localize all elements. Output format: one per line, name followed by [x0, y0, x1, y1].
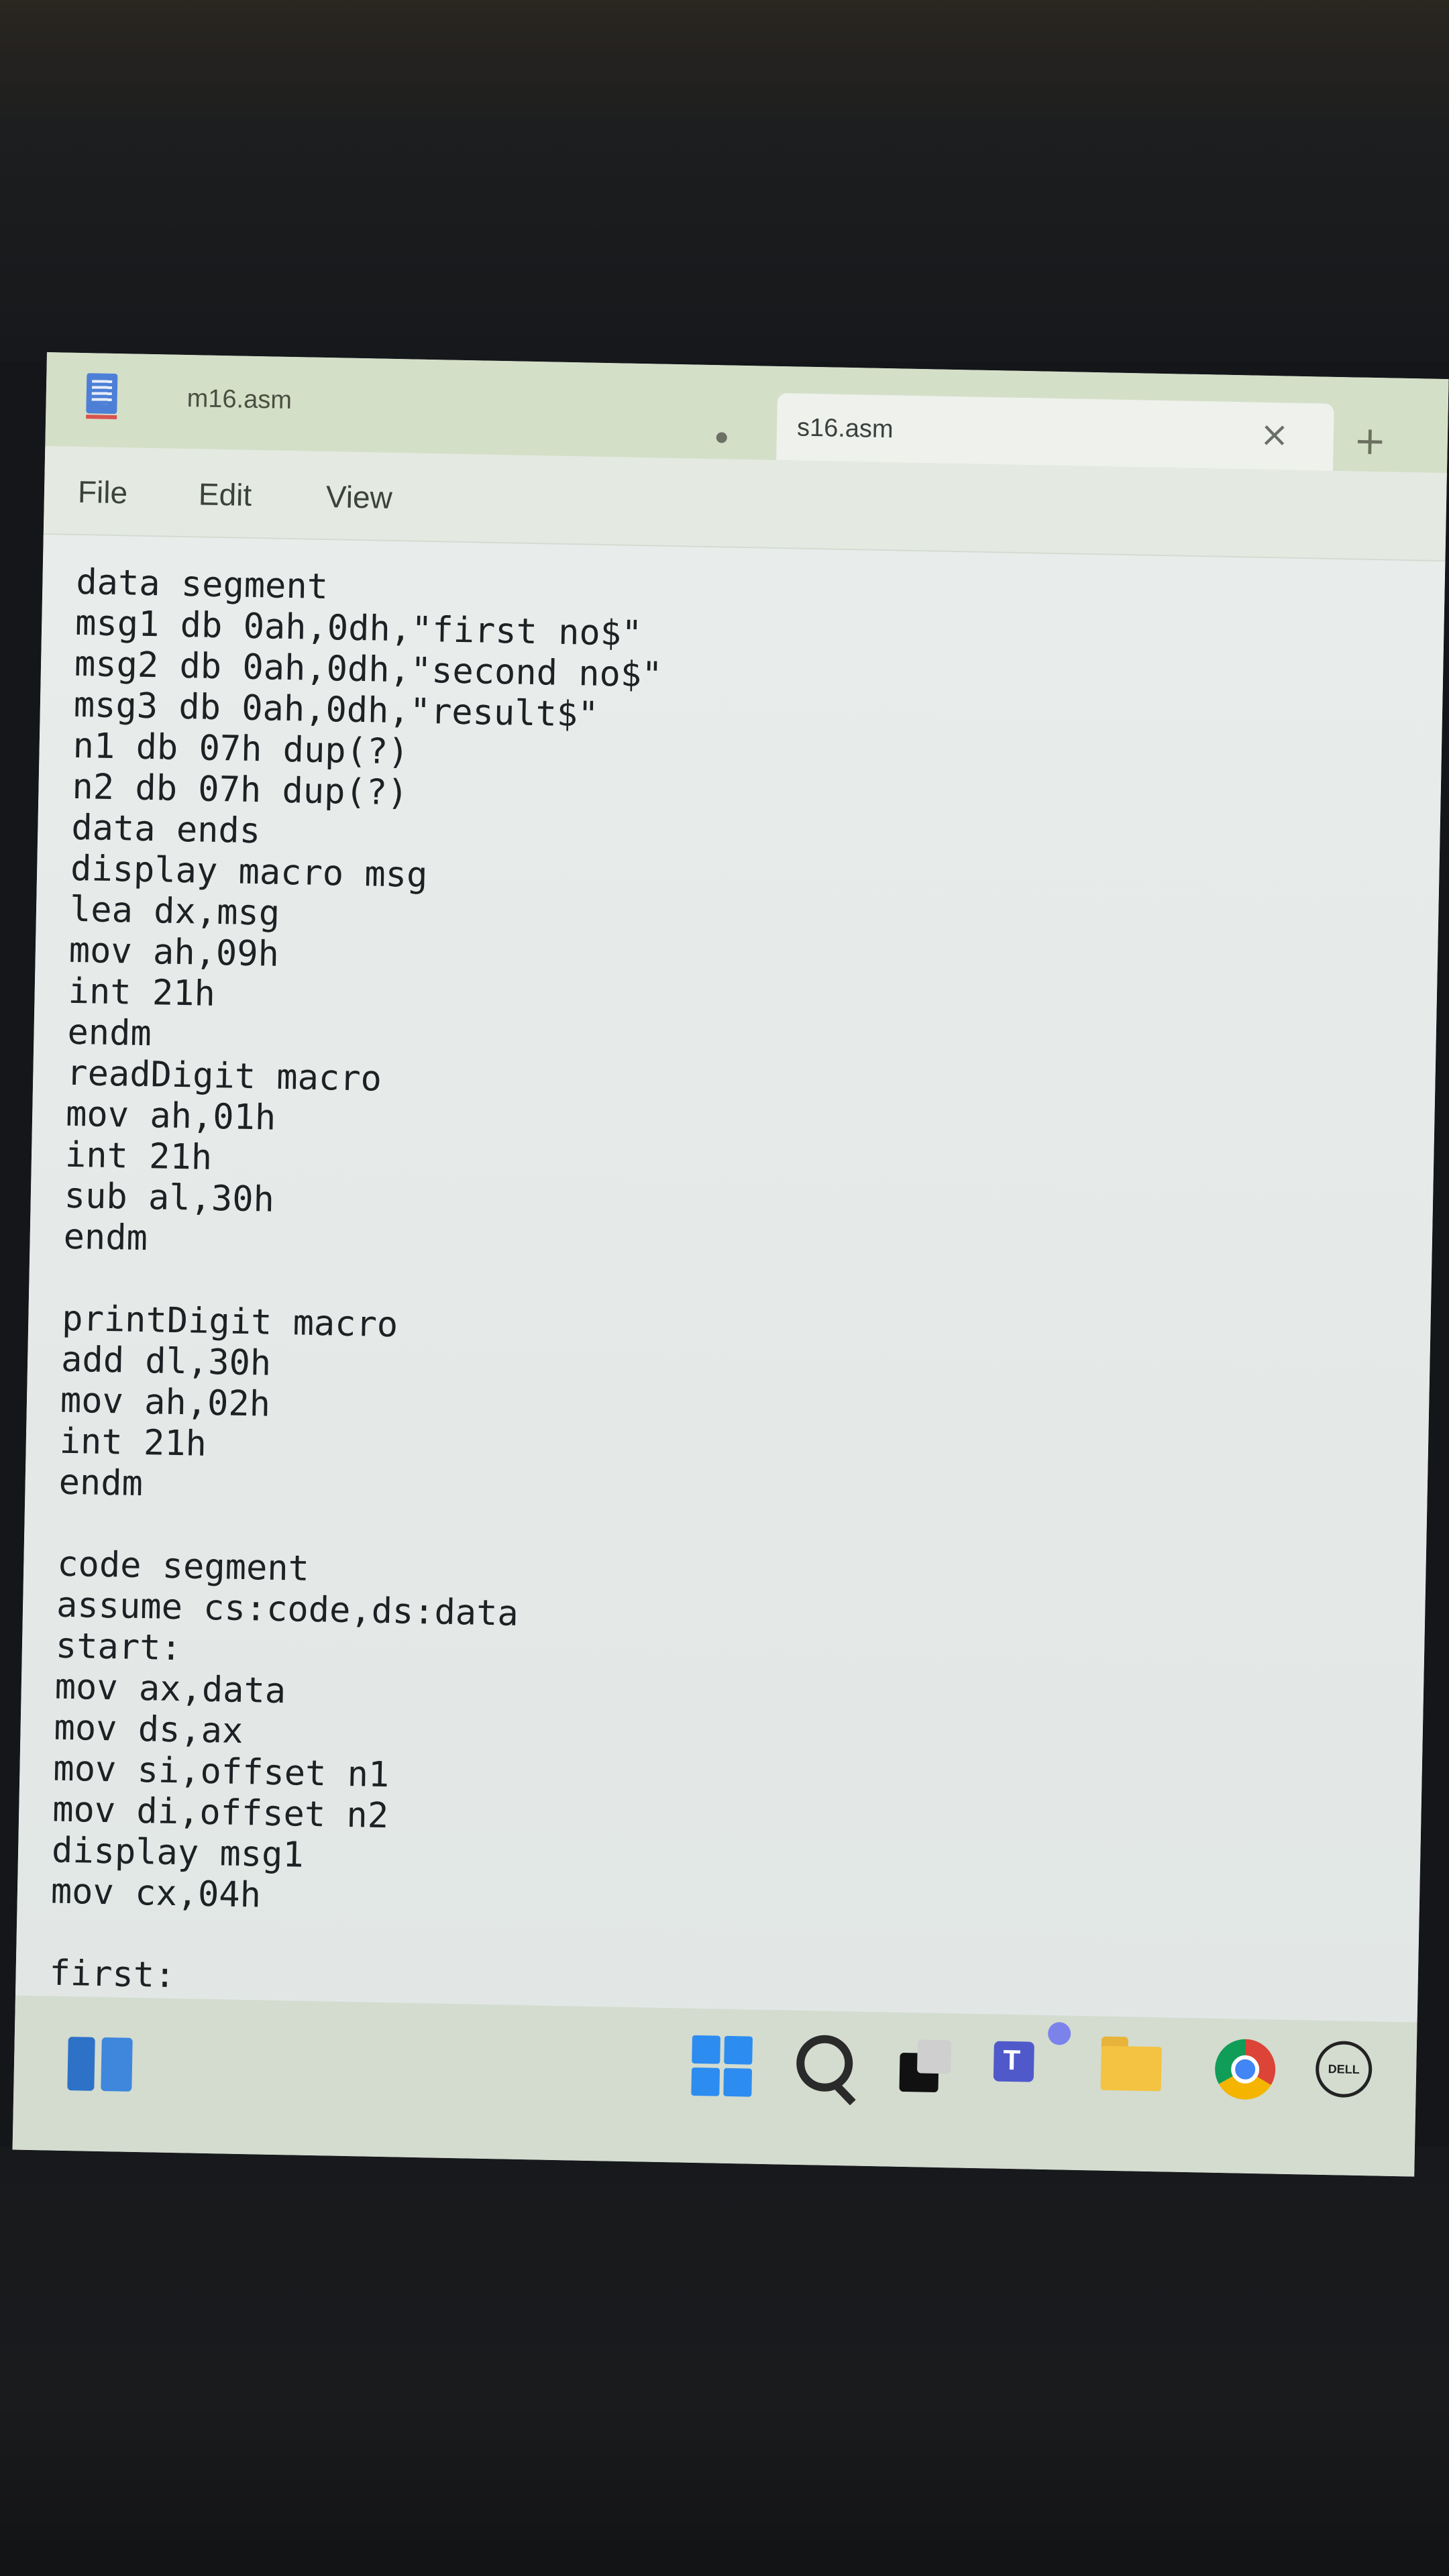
close-tab-icon[interactable]: ×: [1259, 415, 1289, 455]
chrome-icon[interactable]: [1214, 2038, 1277, 2100]
text-editor[interactable]: data segment msg1 db 0ah,0dh,"first no$" m…: [15, 534, 1446, 2024]
code-text: data segment msg1 db 0ah,0dh,"first no$" m…: [49, 562, 664, 2005]
file-explorer-icon[interactable]: [1101, 2037, 1163, 2092]
tab-m16[interactable]: m16.asm: [45, 352, 777, 460]
menu-edit[interactable]: Edit: [198, 476, 252, 513]
menu-file[interactable]: File: [77, 474, 128, 511]
taskbar: DELL: [12, 1995, 1417, 2177]
laptop-bezel-bottom: [0, 2147, 1449, 2576]
start-icon[interactable]: [691, 2035, 753, 2097]
tab-s16[interactable]: s16.asm ×: [776, 392, 1334, 471]
dell-icon[interactable]: DELL: [1315, 2040, 1373, 2098]
laptop-bezel-top: [0, 0, 1449, 362]
teams-badge-icon: [1047, 2022, 1071, 2045]
teams-icon[interactable]: [993, 2028, 1055, 2096]
menu-view[interactable]: View: [325, 478, 392, 516]
new-tab-button[interactable]: +: [1353, 417, 1387, 464]
unsaved-dot-icon: [716, 432, 727, 443]
tab-title: s16.asm: [796, 413, 894, 444]
screen: m16.asm s16.asm × + File Edit View data …: [12, 352, 1449, 2177]
task-view-icon[interactable]: [899, 2039, 954, 2094]
tab-title: m16.asm: [186, 384, 292, 415]
notepad-file-icon: [86, 373, 118, 415]
search-icon[interactable]: [792, 2031, 860, 2106]
widgets-icon[interactable]: [67, 2037, 133, 2092]
